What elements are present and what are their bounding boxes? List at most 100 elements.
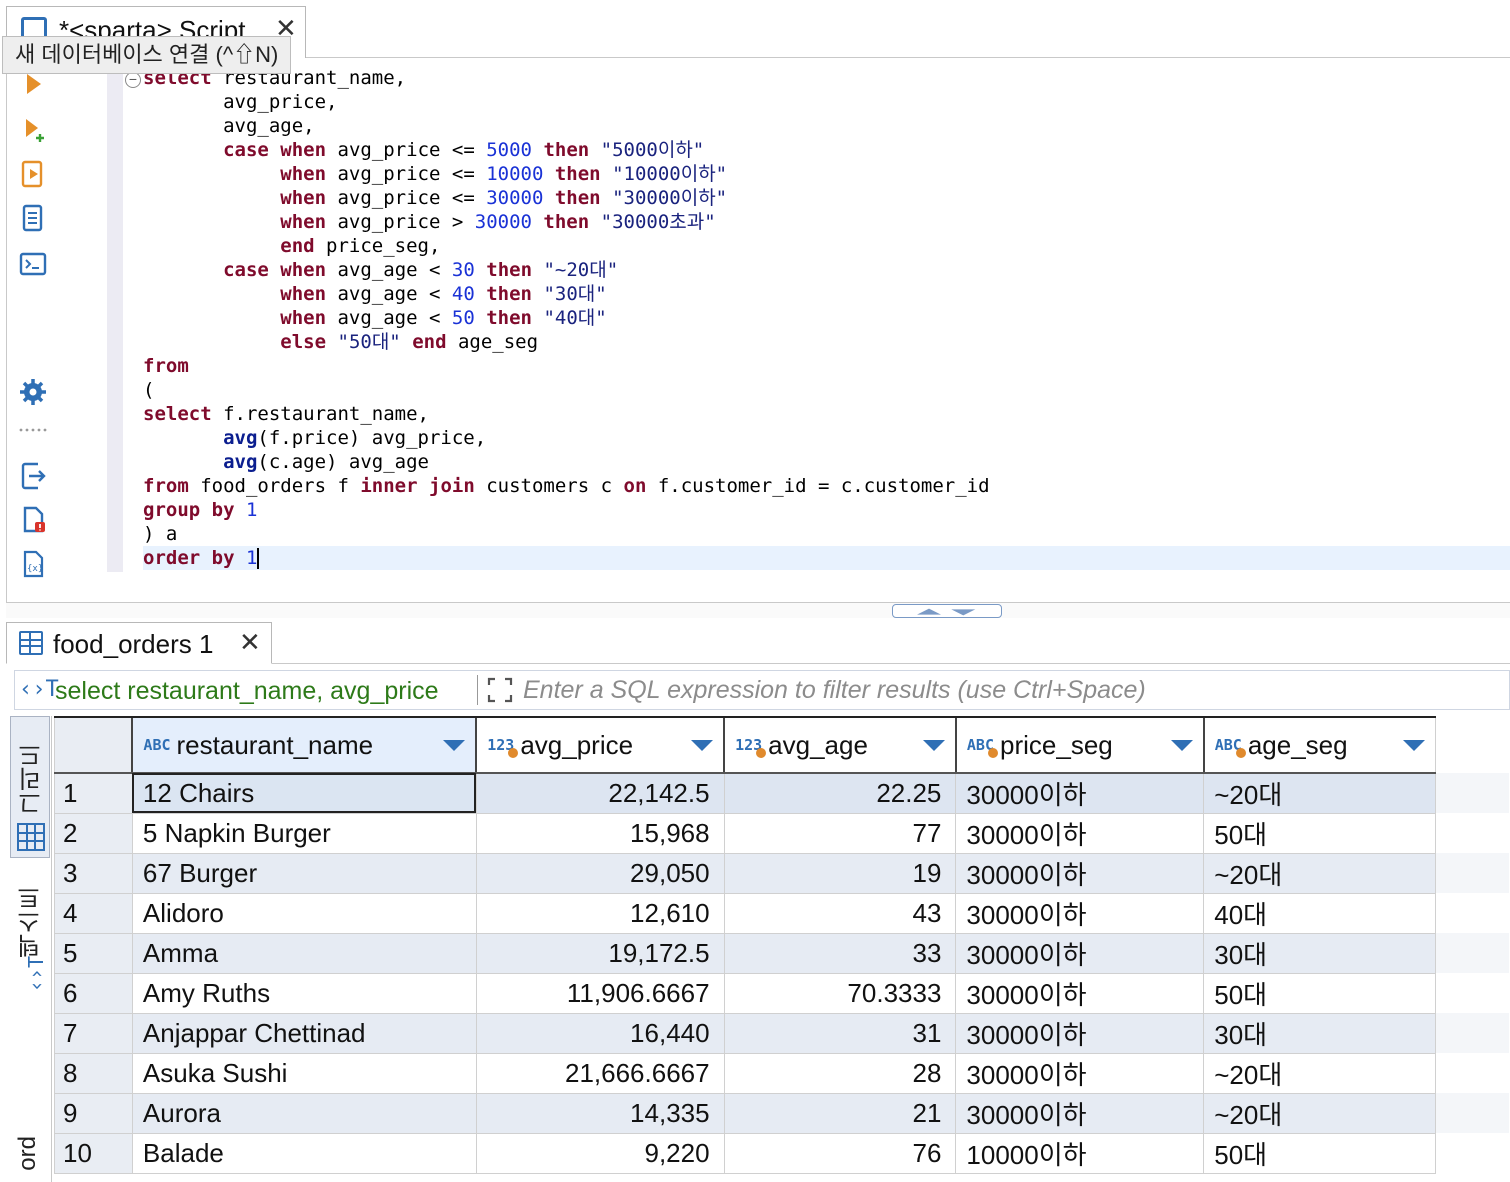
cell-age-seg[interactable]: 50대 (1203, 1132, 1437, 1174)
filter-input[interactable] (523, 673, 1503, 707)
cell-avg-age[interactable]: 77 (723, 812, 957, 854)
cell-price-seg[interactable]: 10000이하 (955, 1132, 1205, 1174)
table-row[interactable]: 9 Aurora 14,335 21 30000이하 ~20대 (54, 1092, 1510, 1134)
explain-plan-button[interactable] (17, 202, 49, 234)
cell-avg-age[interactable]: 76 (723, 1132, 957, 1174)
tab-grid-view[interactable]: 그리드 (10, 716, 50, 858)
code-line[interactable]: avg_age, (143, 114, 1510, 138)
table-row[interactable]: 6 Amy Ruths 11,906.6667 70.3333 30000이하 50대 (54, 972, 1510, 1014)
row-number[interactable]: 4 (54, 892, 133, 934)
code-line[interactable]: when avg_age < 40 then "30대" (143, 282, 1510, 306)
cell-restaurant-name[interactable]: Aurora (131, 1092, 477, 1134)
cell-avg-price[interactable]: 21,666.6667 (475, 1052, 725, 1094)
row-number[interactable]: 2 (54, 812, 133, 854)
cell-price-seg[interactable]: 30000이하 (955, 1012, 1205, 1054)
row-number[interactable]: 6 (54, 972, 133, 1014)
row-number[interactable]: 8 (54, 1052, 133, 1094)
code-line[interactable]: when avg_age < 50 then "40대" (143, 306, 1510, 330)
cell-avg-price[interactable]: 22,142.5 (475, 772, 725, 814)
cell-avg-price[interactable]: 12,610 (475, 892, 725, 934)
code-line[interactable]: select restaurant_name, (143, 66, 1510, 90)
cell-price-seg[interactable]: 30000이하 (955, 812, 1205, 854)
cell-age-seg[interactable]: 30대 (1203, 932, 1437, 974)
code-line[interactable]: end price_seg, (143, 234, 1510, 258)
row-number[interactable]: 1 (54, 772, 133, 814)
column-header-restaurant-name[interactable]: ABC restaurant_name (131, 716, 477, 774)
cell-price-seg[interactable]: 30000이하 (955, 772, 1205, 814)
row-number[interactable]: 3 (54, 852, 133, 894)
cell-restaurant-name[interactable]: 12 Chairs (131, 772, 477, 814)
code-line[interactable]: ( (143, 378, 1510, 402)
open-console-button[interactable] (17, 248, 49, 280)
problems-button[interactable] (17, 504, 49, 536)
row-number-header[interactable] (54, 716, 133, 774)
cell-restaurant-name[interactable]: 67 Burger (131, 852, 477, 894)
code-area[interactable]: select restaurant_name, avg_price, avg_a… (143, 66, 1510, 572)
code-line[interactable]: when avg_price <= 30000 then "30000이하" (143, 186, 1510, 210)
column-header-avg-age[interactable]: 123 avg_age (723, 716, 957, 774)
cell-age-seg[interactable]: ~20대 (1203, 1092, 1437, 1134)
cell-restaurant-name[interactable]: Amma (131, 932, 477, 974)
cell-price-seg[interactable]: 30000이하 (955, 932, 1205, 974)
code-line[interactable]: group by 1 (143, 498, 1510, 522)
cell-avg-price[interactable]: 14,335 (475, 1092, 725, 1134)
fold-collapse-icon[interactable]: − (125, 72, 141, 88)
cell-avg-age[interactable]: 43 (723, 892, 957, 934)
cell-price-seg[interactable]: 30000이하 (955, 892, 1205, 934)
splitter-handle[interactable] (892, 604, 1002, 618)
code-line[interactable]: ) a (143, 522, 1510, 546)
cell-age-seg[interactable]: 30대 (1203, 1012, 1437, 1054)
cell-avg-price[interactable]: 19,172.5 (475, 932, 725, 974)
cell-restaurant-name[interactable]: Anjappar Chettinad (131, 1012, 477, 1054)
query-preview[interactable]: select restaurant_name, avg_price (55, 677, 475, 706)
panel-splitter[interactable] (6, 602, 1510, 618)
table-row[interactable]: 5 Amma 19,172.5 33 30000이하 30대 (54, 932, 1510, 974)
more-icon[interactable] (17, 422, 49, 438)
table-row[interactable]: 3 67 Burger 29,050 19 30000이하 ~20대 (54, 852, 1510, 894)
row-number[interactable]: 9 (54, 1092, 133, 1134)
table-row[interactable]: 25 Napkin Burger 15,968 77 30000이하 50대 (54, 812, 1510, 854)
chevron-down-icon[interactable] (1170, 740, 1193, 751)
expand-icon[interactable] (485, 675, 515, 705)
code-line[interactable]: case when avg_price <= 5000 then "5000이하… (143, 138, 1510, 162)
table-row[interactable]: 8 Asuka Sushi 21,666.6667 28 30000이하 ~20대 (54, 1052, 1510, 1094)
cell-avg-age[interactable]: 33 (723, 932, 957, 974)
code-line[interactable]: from food_orders f inner join customers … (143, 474, 1510, 498)
code-line[interactable]: case when avg_age < 30 then "~20대" (143, 258, 1510, 282)
cell-age-seg[interactable]: ~20대 (1203, 852, 1437, 894)
variables-button[interactable]: {x} (17, 548, 49, 580)
cell-avg-price[interactable]: 15,968 (475, 812, 725, 854)
column-header-age-seg[interactable]: ABC age_seg (1202, 716, 1437, 774)
results-grid[interactable]: ABC restaurant_name 123 avg_price 123 avg_age… (54, 716, 1510, 1182)
cell-restaurant-name[interactable]: Balade (131, 1132, 477, 1174)
chevron-down-icon[interactable] (691, 740, 714, 751)
cell-restaurant-name[interactable]: Amy Ruths (131, 972, 477, 1014)
table-row[interactable]: 10 Balade 9,220 76 10000이하 50대 (54, 1132, 1510, 1174)
cell-avg-age[interactable]: 19 (723, 852, 957, 894)
code-line[interactable]: when avg_price > 30000 then "30000초과" (143, 210, 1510, 234)
table-row[interactable]: 1 12 Chairs 22,142.5 22.25 30000이하 ~20대 (54, 772, 1510, 814)
cell-restaurant-name[interactable]: Alidoro (131, 892, 477, 934)
cell-restaurant-name[interactable]: 5 Napkin Burger (131, 812, 477, 854)
cell-age-seg[interactable]: ~20대 (1203, 772, 1437, 814)
cell-age-seg[interactable]: 50대 (1203, 972, 1437, 1014)
cell-avg-age[interactable]: 22.25 (723, 772, 957, 814)
cell-price-seg[interactable]: 30000이하 (955, 852, 1205, 894)
cell-avg-price[interactable]: 29,050 (475, 852, 725, 894)
cell-age-seg[interactable]: ~20대 (1203, 1052, 1437, 1094)
execute-script-button[interactable] (17, 158, 49, 190)
code-line[interactable]: from (143, 354, 1510, 378)
code-line[interactable]: select f.restaurant_name, (143, 402, 1510, 426)
table-row[interactable]: 4 Alidoro 12,610 43 30000이하 40대 (54, 892, 1510, 934)
cell-restaurant-name[interactable]: Asuka Sushi (131, 1052, 477, 1094)
export-button[interactable] (17, 460, 49, 492)
code-line[interactable]: else "50대" end age_seg (143, 330, 1510, 354)
code-line[interactable]: avg_price, (143, 90, 1510, 114)
chevron-down-icon[interactable] (922, 740, 945, 751)
tab-record-view[interactable]: ord (10, 1136, 50, 1182)
cell-age-seg[interactable]: 40대 (1203, 892, 1437, 934)
execute-new-tab-button[interactable] (17, 114, 49, 146)
column-header-price-seg[interactable]: ABC price_seg (954, 716, 1205, 774)
column-header-avg-price[interactable]: 123 avg_price (475, 716, 725, 774)
row-number[interactable]: 5 (54, 932, 133, 974)
